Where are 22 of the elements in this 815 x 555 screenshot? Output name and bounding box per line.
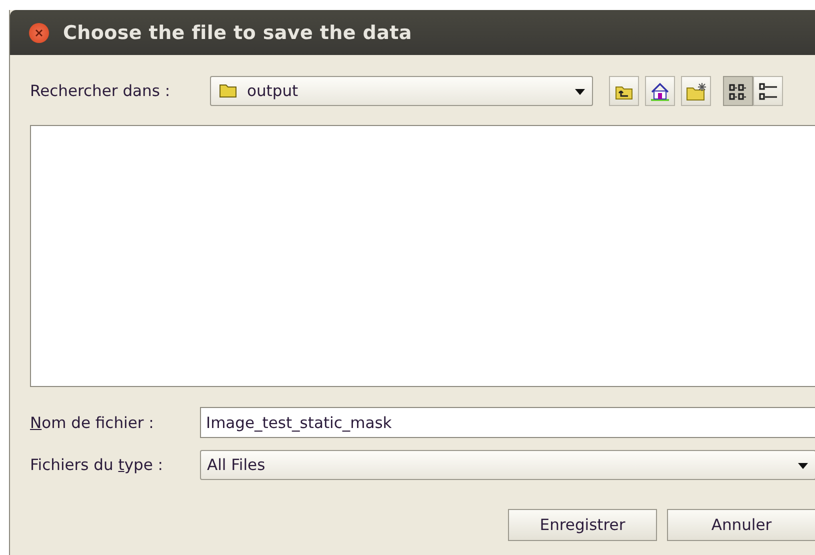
- save-button[interactable]: Enregistrer: [508, 509, 657, 541]
- new-folder-button[interactable]: [681, 76, 711, 106]
- file-type-dropdown[interactable]: All Files: [200, 450, 815, 480]
- folder-up-button[interactable]: [609, 76, 639, 106]
- details-view-button[interactable]: [753, 76, 783, 106]
- new-folder-icon: [685, 80, 707, 102]
- home-icon: [649, 80, 671, 102]
- cancel-button[interactable]: Annuler: [667, 509, 815, 541]
- close-icon: [35, 28, 43, 36]
- close-button[interactable]: [29, 22, 49, 42]
- folder-icon: [219, 84, 237, 98]
- caret-icon: [575, 89, 585, 95]
- file-name-label: Nom de fichier :: [30, 414, 155, 432]
- file-type-label: Fichiers du type :: [30, 456, 164, 474]
- home-button[interactable]: [645, 76, 675, 106]
- window-title: Choose the file to save the data: [63, 22, 412, 44]
- caret-icon: [798, 462, 808, 468]
- details-view-icon: [757, 80, 779, 102]
- folder-dropdown[interactable]: output: [210, 76, 593, 106]
- list-view-button[interactable]: [723, 76, 753, 106]
- file-name-field[interactable]: Image_test_static_mask: [200, 407, 815, 438]
- look-in-label: Rechercher dans :: [30, 82, 172, 100]
